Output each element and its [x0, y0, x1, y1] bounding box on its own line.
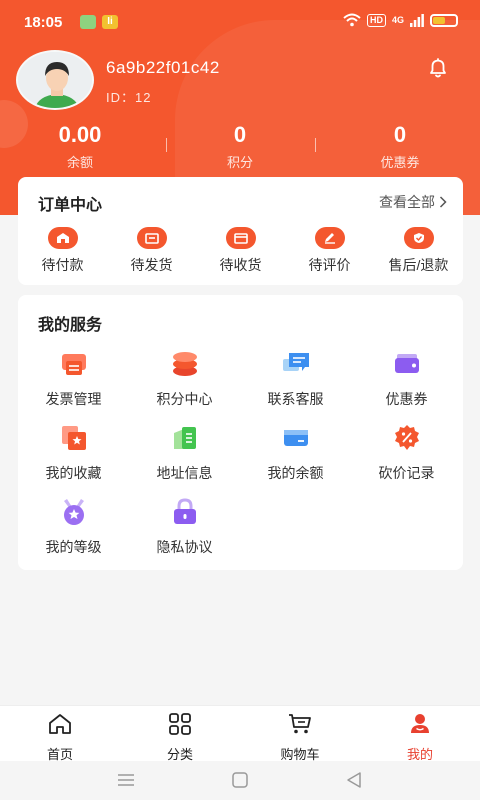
level-medal-icon: [63, 499, 84, 525]
username: 6a9b22f01c42: [106, 58, 220, 77]
order-pending-shipment[interactable]: 待发货: [107, 227, 196, 275]
service-bargain-records[interactable]: 砍价记录: [351, 419, 462, 493]
service-coupons[interactable]: 优惠券: [351, 345, 462, 419]
receive-icon: [225, 227, 256, 249]
order-center-title: 订单中心: [38, 197, 103, 214]
wifi-icon: [343, 13, 361, 27]
tab-home[interactable]: 首页: [0, 706, 120, 762]
stat-label: 积分: [226, 155, 253, 170]
bottom-tab-bar: 首页 分类 购物车 我的: [0, 705, 480, 762]
order-status-label: 售后/退款: [388, 257, 449, 273]
coupon-icon: [394, 354, 419, 373]
view-all-label: 查看全部: [379, 194, 435, 210]
stat-divider: [315, 138, 316, 152]
system-navigation-bar: [0, 761, 480, 800]
account-stats: 0.00 余额 0 积分 0 优惠券: [0, 120, 480, 172]
avatar-image: [18, 52, 92, 108]
user-id: ID：12: [106, 90, 152, 105]
order-center-header: 订单中心 查看全部: [18, 177, 463, 223]
stat-points[interactable]: 0 积分: [160, 120, 320, 172]
order-pending-payment[interactable]: 待付款: [18, 227, 107, 275]
order-status-list: 待付款 待发货 待收货 待评价 售后/退款: [18, 227, 463, 275]
view-all-orders-link[interactable]: 查看全部: [379, 192, 447, 212]
stat-label: 余额: [66, 155, 93, 170]
discount-icon: [394, 425, 419, 450]
invoice-icon: [61, 354, 86, 375]
my-services-card: 我的服务 发票管理 积分中心 联系客服 优惠券 我的收藏 地址信息 我的余额 砍…: [18, 295, 463, 570]
review-icon: [314, 227, 345, 249]
service-label: 发票管理: [45, 391, 102, 407]
home-square-icon[interactable]: [230, 771, 250, 789]
tab-profile[interactable]: 我的: [360, 706, 480, 762]
profile-icon: [411, 714, 429, 733]
service-label: 我的等级: [45, 539, 102, 555]
service-my-balance[interactable]: 我的余额: [240, 419, 351, 493]
order-center-card: 订单中心 查看全部 待付款 待发货 待收货 待评价 售后/退款: [18, 177, 463, 285]
tab-cart[interactable]: 购物车: [240, 706, 360, 762]
cart-icon: [289, 714, 311, 734]
stat-value: 0.00: [58, 122, 102, 147]
chat-icon: [282, 353, 309, 371]
order-status-label: 待收货: [219, 257, 262, 273]
payment-icon: [47, 227, 78, 249]
service-points-center[interactable]: 积分中心: [129, 345, 240, 419]
status-time: 18:05: [24, 14, 63, 31]
wallet-icon: [283, 430, 308, 446]
stat-balance[interactable]: 0.00 余额: [0, 120, 160, 172]
stat-value: 0: [233, 122, 247, 147]
status-bar: 18:05 Ii HD 4G: [0, 0, 480, 44]
notification-app-icon: Ii: [102, 15, 118, 29]
profile-section: 6a9b22f01c42 ID：12: [16, 50, 464, 114]
service-my-favorites[interactable]: 我的收藏: [18, 419, 129, 493]
hd-icon: HD: [366, 13, 386, 27]
service-label: 积分中心: [156, 391, 213, 407]
category-icon: [169, 713, 191, 735]
signal-icon: [410, 13, 424, 27]
service-privacy-policy[interactable]: 隐私协议: [129, 493, 240, 567]
back-triangle-icon[interactable]: [344, 771, 364, 789]
chevron-right-icon: [439, 196, 447, 208]
network-type: 4G: [391, 14, 404, 25]
service-customer-support[interactable]: 联系客服: [240, 345, 351, 419]
order-status-label: 待付款: [41, 257, 84, 273]
refund-icon: [403, 227, 434, 249]
favorite-icon: [61, 426, 86, 450]
order-status-label: 待发货: [130, 257, 173, 273]
order-pending-review[interactable]: 待评价: [285, 227, 374, 275]
stat-label: 优惠券: [380, 155, 420, 170]
stat-divider: [166, 138, 167, 152]
service-label: 联系客服: [267, 391, 324, 407]
address-icon: [173, 427, 196, 449]
order-after-sales[interactable]: 售后/退款: [374, 227, 463, 275]
order-pending-receipt[interactable]: 待收货: [196, 227, 285, 275]
stat-value: 0: [393, 122, 407, 147]
tab-category[interactable]: 分类: [120, 706, 240, 762]
services-grid: 发票管理 积分中心 联系客服 优惠券 我的收藏 地址信息 我的余额 砍价记录 我…: [18, 345, 463, 567]
service-my-level[interactable]: 我的等级: [18, 493, 129, 567]
bell-icon[interactable]: [426, 56, 450, 80]
menu-icon[interactable]: [116, 771, 136, 789]
service-address-info[interactable]: 地址信息: [129, 419, 240, 493]
message-app-icon: [80, 15, 96, 29]
service-label: 地址信息: [156, 465, 213, 481]
order-status-label: 待评价: [308, 257, 351, 273]
service-label: 隐私协议: [156, 539, 213, 555]
avatar[interactable]: [16, 50, 94, 110]
home-icon: [49, 714, 71, 734]
services-title: 我的服务: [38, 317, 103, 334]
points-icon: [172, 352, 197, 376]
service-label: 砍价记录: [378, 465, 435, 481]
service-label: 优惠券: [385, 391, 428, 407]
battery-icon: [430, 13, 458, 27]
lock-icon: [173, 498, 196, 524]
service-label: 我的余额: [267, 465, 324, 481]
shipping-icon: [136, 227, 167, 249]
service-label: 我的收藏: [45, 465, 102, 481]
stat-coupons[interactable]: 0 优惠券: [320, 120, 480, 172]
service-invoice-management[interactable]: 发票管理: [18, 345, 129, 419]
